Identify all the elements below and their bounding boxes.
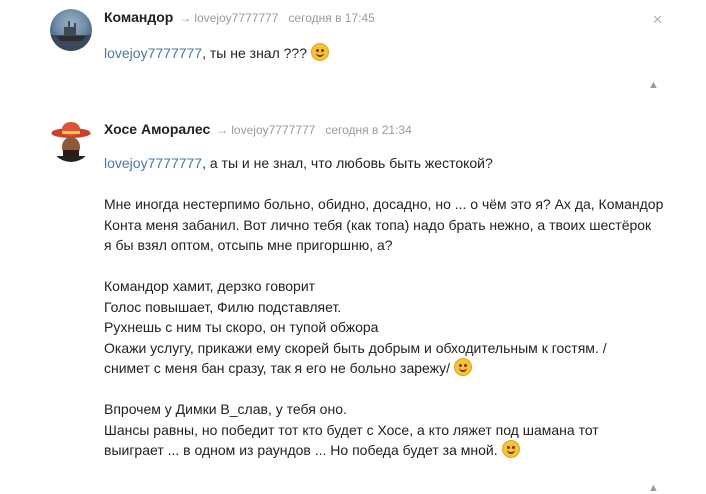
reply-to-name[interactable]: lovejoy7777777	[231, 123, 315, 137]
comment-text-line: Шансы равны, но победит тот кто будет с …	[104, 421, 599, 438]
comment-text-line: , ты не знал ???	[202, 45, 307, 61]
comment-text: lovejoy7777777, а ты и не знал, что любо…	[104, 153, 664, 461]
comment-text: lovejoy7777777, ты не знал ???	[104, 43, 664, 64]
comment-text-line: Окажи услугу, прикажи ему скорей быть до…	[104, 339, 607, 356]
reply-arrow-icon: →	[179, 11, 192, 25]
laughing-face-icon	[454, 358, 473, 376]
reply-to-link[interactable]: → lovejoy7777777	[179, 11, 278, 25]
comment-date[interactable]: сегодня в 17:45	[288, 11, 374, 25]
money-mouth-face-icon	[501, 440, 520, 458]
ship-avatar-icon	[50, 21, 92, 51]
mention-link[interactable]: lovejoy7777777	[104, 155, 202, 171]
comment-text-line: Мне иногда нестерпимо больно, обидно, до…	[104, 196, 664, 212]
comment-text-line: снимет с меня бан сразу, так я его не бо…	[104, 360, 451, 376]
reply-arrow-icon: →	[216, 123, 229, 137]
comment-text-line: , а ты и не знал, что любовь быть жесток…	[202, 155, 493, 171]
scroll-up-icon[interactable]: ▲	[648, 79, 659, 91]
mention-link[interactable]: lovejoy7777777	[104, 45, 202, 61]
comment-text-line: Конта меня забанил. Вот лично тебя (как …	[104, 216, 652, 233]
smiling-face-icon	[311, 43, 329, 61]
scroll-up-icon[interactable]: ▲	[648, 482, 659, 494]
comment-text-line: Рухнешь с ним ты скоро, он тупой обжора	[104, 319, 379, 335]
comment-author[interactable]: Хосе Аморалес	[104, 121, 210, 137]
comment-text-line: выиграет ... в одном из раундов ... Но п…	[104, 442, 498, 458]
avatar[interactable]	[50, 120, 92, 162]
comment-text-line: Голос повышает, Филю подставляет.	[104, 298, 342, 315]
sombrero-avatar-icon	[51, 122, 91, 162]
avatar[interactable]	[50, 9, 92, 51]
comment-text-line: Командор хамит, дерзко говорит	[104, 278, 316, 294]
comment-author[interactable]: Командор	[104, 9, 173, 25]
reply-to-link[interactable]: → lovejoy7777777	[216, 123, 315, 137]
reply-to-name[interactable]: lovejoy7777777	[194, 11, 278, 25]
comment-date[interactable]: сегодня в 21:34	[325, 123, 411, 137]
comment-text-line: Впрочем у Димки В_слав, у тебя оно.	[104, 401, 347, 417]
comment-text-line: я бы взял оптом, отсыпь мне пригоршню, а…	[104, 237, 393, 253]
close-icon[interactable]: ✕	[652, 12, 663, 28]
